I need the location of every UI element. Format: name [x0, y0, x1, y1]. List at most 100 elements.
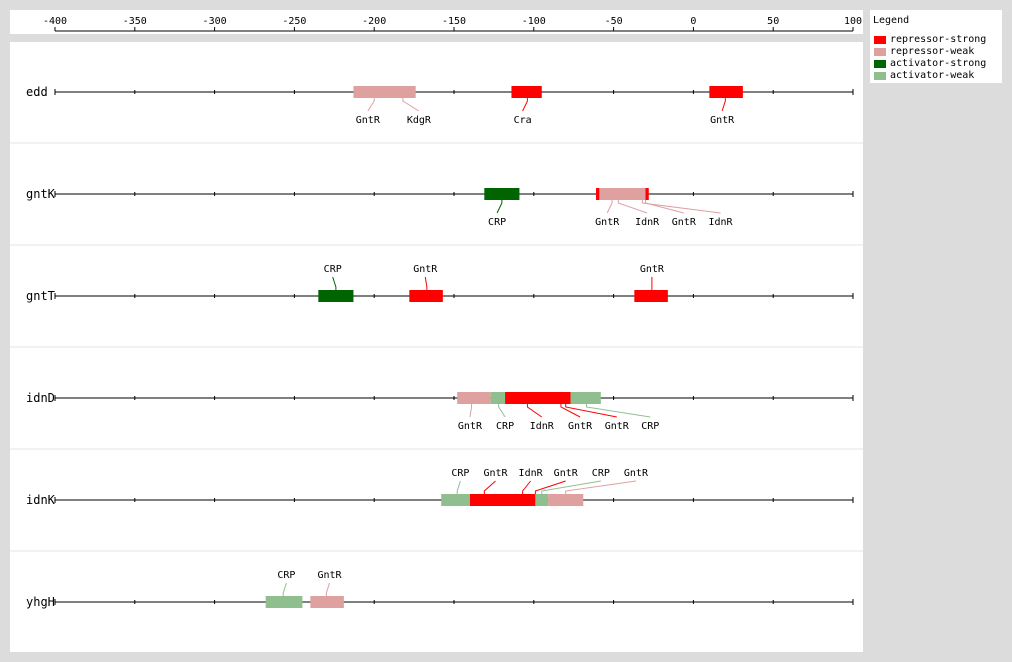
site-label-connector: [402, 98, 420, 112]
site-label: IdnR: [635, 217, 660, 228]
legend-item-activator-strong: activator-strong: [874, 58, 986, 69]
site-label-connector: [483, 480, 496, 494]
site-label-connector: [560, 404, 581, 418]
binding-site-repressor-weak: [548, 494, 584, 506]
site-label: KdgR: [407, 115, 432, 126]
site-label: CRP: [641, 421, 659, 432]
site-label: CRP: [451, 468, 469, 479]
position-axis: -400 -350 -300 -250 -200 -150 -100 -50 0 50 100: [43, 16, 862, 32]
legend-item-repressor-weak: repressor-weak: [874, 46, 974, 57]
gene-track-idnD: idnD GntR CRP IdnR GntR GntR CRP: [10, 346, 863, 432]
site-label: GntR: [568, 421, 593, 432]
binding-site-repressor-strong: [645, 188, 649, 200]
axis-tick-label: -150: [442, 16, 466, 27]
binding-site-repressor-strong: [634, 290, 668, 302]
axis-tick-label: 100: [844, 16, 862, 27]
site-label-connector: [456, 480, 461, 494]
binding-site-repressor-weak: [457, 392, 491, 404]
axis-tick-label: -50: [605, 16, 623, 27]
site-label: CRP: [277, 570, 295, 581]
binding-site-repressor-strong: [505, 392, 571, 404]
axis-tick-label: -200: [362, 16, 386, 27]
gene-track-edd: edd GntR KdgR Cra GntR: [26, 85, 854, 126]
axis-tick-label: -400: [43, 16, 67, 27]
site-label: GntR: [595, 217, 620, 228]
legend-item-activator-weak: activator-weak: [874, 70, 974, 81]
site-label-connector: [367, 98, 375, 112]
gene-name: idnK: [26, 493, 56, 507]
axis-tick-label: -300: [203, 16, 227, 27]
site-label: GntR: [672, 217, 697, 228]
site-label-connector: [721, 98, 726, 112]
gene-name: edd: [26, 85, 48, 99]
legend-item-repressor-strong: repressor-strong: [874, 34, 986, 45]
site-label-connector: [469, 404, 473, 418]
binding-site-activator-weak: [490, 392, 506, 404]
legend: Legend repressor-strong repressor-weak a…: [870, 10, 1002, 83]
legend-label: activator-strong: [890, 58, 987, 69]
site-label-connector: [606, 200, 613, 214]
axis-tick-label: 0: [690, 16, 696, 27]
site-label: CRP: [324, 264, 342, 275]
legend-swatch: [874, 59, 886, 68]
site-label: GntR: [356, 115, 381, 126]
site-label: IdnR: [708, 217, 733, 228]
site-label: IdnR: [530, 421, 555, 432]
site-label-connector: [424, 276, 428, 290]
gene-name: gntK: [26, 187, 56, 201]
binding-site-repressor-weak: [353, 86, 416, 98]
site-label-connector: [641, 200, 721, 214]
site-label: CRP: [496, 421, 514, 432]
site-label: GntR: [710, 115, 735, 126]
gene-tracks-panel: edd GntR KdgR Cra GntR gntK CRP GntR IdnR GntR Idn…: [10, 42, 863, 652]
gene-track-gntK: gntK CRP GntR IdnR GntR IdnR: [10, 142, 863, 228]
site-label: GntR: [413, 264, 438, 275]
gene-track-idnK: idnK CRP GntR IdnR GntR CRP GntR: [10, 448, 863, 507]
legend-title: Legend: [873, 15, 910, 26]
site-label-connector: [585, 404, 651, 418]
binding-site-activator-weak: [265, 596, 303, 608]
site-label-connector: [496, 200, 503, 214]
site-label-connector: [282, 582, 287, 596]
gene-name: gntT: [26, 289, 55, 303]
binding-site-activator-strong: [484, 188, 520, 200]
gene-track-gntT: gntT CRP GntR GntR: [10, 244, 863, 303]
binding-site-activator-strong: [318, 290, 354, 302]
legend-label: activator-weak: [890, 70, 975, 81]
site-label: Cra: [514, 115, 532, 126]
site-label-connector: [498, 404, 506, 418]
axis-tick-label: -350: [123, 16, 147, 27]
site-label-connector: [332, 276, 337, 290]
binding-site-repressor-strong: [596, 188, 600, 200]
legend-swatch: [874, 47, 886, 56]
legend-swatch: [874, 71, 886, 80]
site-label: IdnR: [519, 468, 544, 479]
binding-site-activator-weak: [570, 392, 601, 404]
legend-label: repressor-weak: [890, 46, 975, 57]
site-label-connector: [325, 582, 330, 596]
gene-name: yhgH: [26, 595, 55, 609]
binding-site-repressor-strong: [469, 494, 536, 506]
gene-name: idnD: [26, 391, 55, 405]
legend-label: repressor-strong: [890, 34, 987, 45]
site-label-connector: [565, 480, 637, 494]
site-label: GntR: [317, 570, 342, 581]
binding-site-repressor-strong: [511, 86, 542, 98]
site-label-connector: [522, 480, 531, 494]
site-label: GntR: [605, 421, 630, 432]
site-label: GntR: [640, 264, 665, 275]
site-label: GntR: [554, 468, 579, 479]
binding-site-activator-weak: [441, 494, 470, 506]
gene-tracks: edd GntR KdgR Cra GntR gntK CRP GntR IdnR GntR Idn…: [10, 85, 863, 609]
position-axis-panel: -400 -350 -300 -250 -200 -150 -100 -50 0 50 100: [10, 10, 863, 34]
binding-site-repressor-weak: [596, 188, 649, 200]
site-label: GntR: [624, 468, 649, 479]
binding-site-repressor-strong: [709, 86, 743, 98]
site-label: CRP: [488, 217, 506, 228]
legend-swatch: [874, 35, 886, 44]
site-label: GntR: [483, 468, 508, 479]
site-label-connector: [526, 404, 543, 418]
site-label-connector: [645, 200, 684, 214]
binding-site-repressor-strong: [409, 290, 443, 302]
site-label: GntR: [458, 421, 483, 432]
